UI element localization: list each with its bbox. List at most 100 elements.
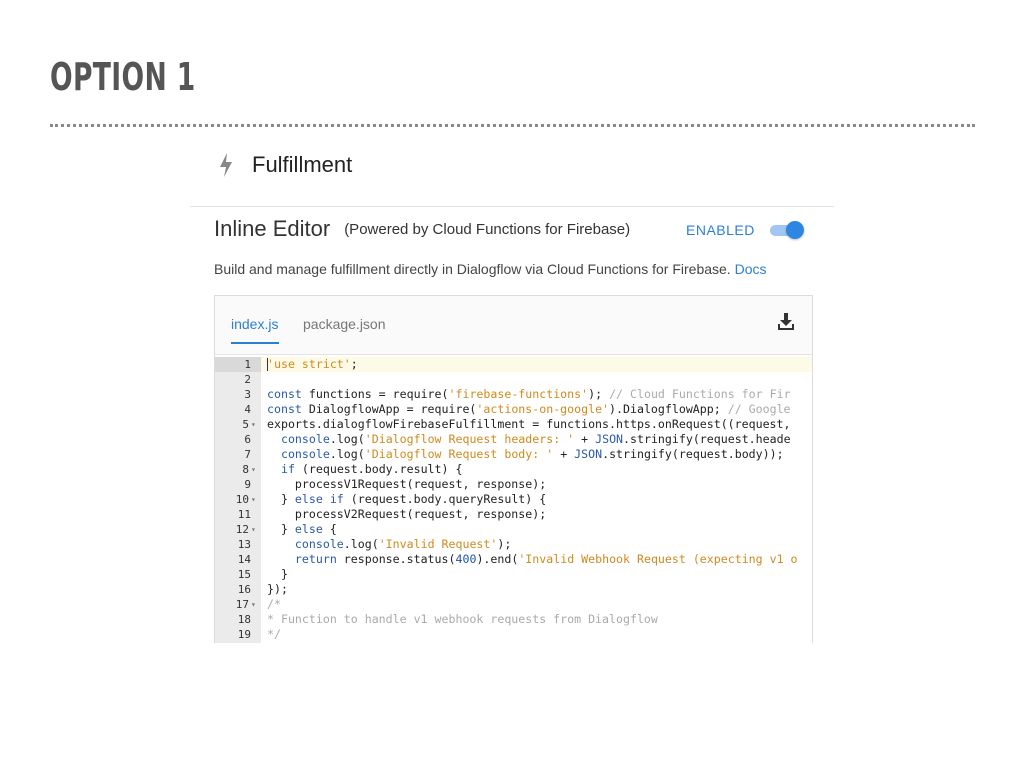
- code-token: ).end(: [476, 552, 519, 566]
- code-text: return response.status(400).end('Invalid…: [261, 552, 812, 567]
- code-token: DialogflowApp = require(: [301, 402, 477, 416]
- code-text: } else {: [261, 522, 812, 537]
- fold-arrow-icon[interactable]: ▾: [251, 597, 256, 612]
- line-number: 11: [237, 508, 251, 521]
- code-token: const: [267, 387, 302, 401]
- code-token: 'Dialogflow Request headers: ': [364, 432, 575, 446]
- line-number-cell: 17 ▾: [215, 597, 261, 612]
- code-token: +: [553, 447, 575, 461]
- code-area[interactable]: 1 'use strict'; 2 3 const functions = requir…: [215, 357, 812, 643]
- code-token: ;: [350, 357, 358, 371]
- code-line: 14 return response.status(400).end('Inva…: [215, 552, 812, 567]
- line-number-cell: 14: [215, 552, 261, 567]
- code-line: 18 * Function to handle v1 webhook reques…: [215, 612, 812, 627]
- code-token: else: [294, 522, 323, 536]
- line-number: 8: [242, 463, 249, 476]
- code-token: 'Invalid Request': [378, 537, 498, 551]
- fold-arrow-icon[interactable]: ▾: [251, 522, 256, 537]
- line-number: 14: [237, 553, 251, 566]
- line-number: 12: [235, 523, 249, 536]
- tab-index-js[interactable]: index.js: [231, 316, 278, 332]
- code-token: console: [280, 447, 330, 461]
- code-text: } else if (request.body.queryResult) {: [261, 492, 812, 507]
- code-token: );: [497, 537, 512, 551]
- line-number: 9: [244, 478, 251, 491]
- code-text: exports.dialogflowFirebaseFulfillment = …: [261, 417, 812, 432]
- code-token: .log(: [329, 447, 365, 461]
- fold-arrow-icon[interactable]: ▾: [251, 417, 256, 432]
- code-token: console: [280, 432, 330, 446]
- code-text: processV2Request(request, response);: [261, 507, 812, 522]
- toggle-knob: [786, 221, 804, 239]
- code-text: }: [261, 567, 812, 582]
- line-number: 13: [237, 538, 251, 551]
- code-line: 17 ▾ /*: [215, 597, 812, 612]
- line-number-cell: 8 ▾: [215, 462, 261, 477]
- code-token: 'actions-on-google': [476, 402, 610, 416]
- line-number: 18: [237, 613, 251, 626]
- section-divider: [190, 206, 834, 207]
- code-line: 8 ▾ if (request.body.result) {: [215, 462, 812, 477]
- line-number-cell: 5 ▾: [215, 417, 261, 432]
- code-text: processV1Request(request, response);: [261, 477, 812, 492]
- code-editor: index.js package.json 1 'use strict'; 2 3 co…: [214, 295, 813, 643]
- slide-title: OPTION 1: [50, 55, 196, 99]
- download-icon[interactable]: [776, 312, 796, 332]
- code-token: const: [267, 402, 302, 416]
- code-text: const DialogflowApp = require('actions-o…: [261, 402, 812, 417]
- code-token: exports.dialogflowFirebaseFulfillment = …: [267, 417, 791, 431]
- line-number: 6: [244, 433, 251, 446]
- code-token: (request.body.result) {: [294, 462, 463, 476]
- code-token: }: [267, 522, 295, 536]
- code-line: 11 processV2Request(request, response);: [215, 507, 812, 522]
- line-number-cell: 15: [215, 567, 261, 582]
- code-token: * Function to handle v1 webhook requests…: [267, 612, 658, 626]
- inline-editor-title: Inline Editor: [214, 216, 331, 241]
- inline-editor-toggle[interactable]: [768, 220, 804, 240]
- line-number: 2: [244, 373, 251, 386]
- code-line: 2: [215, 372, 812, 387]
- fold-arrow-icon[interactable]: ▾: [251, 462, 256, 477]
- code-token: /*: [267, 597, 281, 611]
- code-token: // Cloud Functions for Fir: [609, 387, 791, 401]
- code-text: const functions = require('firebase-func…: [261, 387, 812, 402]
- line-number-cell: 11: [215, 507, 261, 522]
- code-line: 10 ▾ } else if (request.body.queryResult)…: [215, 492, 812, 507]
- active-tab-indicator: [231, 342, 279, 344]
- code-token: */: [267, 627, 281, 641]
- line-number-cell: 4: [215, 402, 261, 417]
- line-number-cell: 10 ▾: [215, 492, 261, 507]
- code-token: .log(: [343, 537, 379, 551]
- code-token: JSON: [574, 447, 603, 461]
- code-token: processV2Request(request, response);: [267, 507, 547, 521]
- code-line: 13 console.log('Invalid Request');: [215, 537, 812, 552]
- line-number-cell: 3: [215, 387, 261, 402]
- code-text: 'use strict';: [261, 357, 812, 372]
- code-text: console.log('Dialogflow Request headers:…: [261, 432, 812, 447]
- code-token: .stringify(request.body));: [602, 447, 784, 461]
- code-token: ).DialogflowApp;: [609, 402, 728, 416]
- code-token: // Google: [727, 402, 791, 416]
- code-line: 1 'use strict';: [215, 357, 812, 372]
- line-number: 7: [244, 448, 251, 461]
- line-number-cell: 9: [215, 477, 261, 492]
- line-number: 15: [237, 568, 251, 581]
- code-text: if (request.body.result) {: [261, 462, 812, 477]
- code-token: .log(: [329, 432, 365, 446]
- line-number-cell: 2: [215, 372, 261, 387]
- code-line: 5 ▾ exports.dialogflowFirebaseFulfillment …: [215, 417, 812, 432]
- docs-link[interactable]: Docs: [735, 261, 767, 277]
- code-text: /*: [261, 597, 812, 612]
- code-line: 7 console.log('Dialogflow Request body: …: [215, 447, 812, 462]
- tab-package-json[interactable]: package.json: [303, 316, 386, 332]
- code-token: );: [588, 387, 610, 401]
- code-line: 4 const DialogflowApp = require('actions-…: [215, 402, 812, 417]
- code-line: 9 processV1Request(request, response);: [215, 477, 812, 492]
- code-token: }: [267, 492, 295, 506]
- code-token: 'Invalid Webhook Request (expecting v1 o: [518, 552, 798, 566]
- code-token: (request.body.queryResult) {: [343, 492, 547, 506]
- fold-arrow-icon[interactable]: ▾: [251, 492, 256, 507]
